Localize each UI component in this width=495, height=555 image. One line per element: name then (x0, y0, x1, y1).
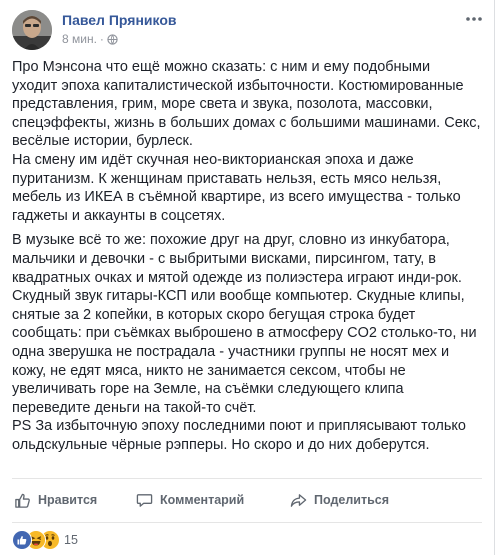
post-text-line: PS За избыточную эпоху последними поют и… (12, 418, 466, 435)
post-text-line: уходит эпоха капиталистической избыточно… (12, 77, 464, 94)
post-text-line: одна зверушка не пострадала - участники … (12, 343, 450, 360)
post-text-line: В музыке всё то же: похожие друг на друг… (12, 232, 450, 249)
post-text-line: На смену им идёт скучная нео-викторианск… (12, 151, 414, 168)
post-text-line: мальчики и девочки - с выбритыми висками… (12, 250, 436, 267)
like-icon (12, 530, 32, 550)
more-options-icon[interactable] (464, 12, 484, 26)
reactions-count: 15 (64, 533, 78, 547)
globe-icon[interactable] (107, 33, 118, 45)
post-text-line: квадратных очках и мятой одежде из полиэ… (12, 269, 462, 286)
post-text-line: увеличивать горе на Земле, на съёмки сле… (12, 381, 404, 398)
post-text-line: переведите деньги на такой-то счёт. (12, 399, 257, 416)
post-header: Павел Пряников 8 мин. · (12, 10, 484, 50)
post-text-line: Про Мэнсона что ещё можно сказать: с ним… (12, 59, 431, 75)
author-name-link[interactable]: Павел Пряников (62, 12, 176, 28)
like-label: Нравится (38, 493, 98, 507)
post-meta: 8 мин. · (62, 32, 118, 46)
post-text-line: Скудный звук гитары-КСП или вообще компь… (12, 288, 465, 305)
post-text: Про Мэнсона что ещё можно сказать: с ним… (12, 58, 482, 454)
comment-icon (136, 493, 153, 507)
facebook-post: Павел Пряников 8 мин. · Про Мэнсона что … (0, 0, 495, 555)
like-button[interactable]: Нравится (14, 492, 136, 509)
post-text-line: ольдскульные чёрные рэпперы. Но скоро и … (12, 436, 430, 453)
comment-label: Комментарий (160, 493, 245, 507)
share-label: Поделиться (314, 493, 390, 507)
post-text-line: снятые за 2 копейки, в которых скоро бег… (12, 306, 416, 323)
post-text-line: кожу, не едят мяса, никто не занимается … (12, 362, 406, 379)
thumbs-up-icon (15, 493, 30, 508)
post-text-line: весёлые истории, бурлеск. (12, 133, 193, 150)
comment-button[interactable]: Комментарий (136, 492, 290, 509)
post-text-line: мебель из ИКЕА в съёмной квартире, из вс… (12, 189, 461, 206)
post-text-line: пуританизм. К женщинам приставать нельзя… (12, 170, 442, 187)
post-text-line: спецэффекты, жизнь в больших домах с бол… (12, 114, 481, 131)
post-text-line: сообщать: при съёмках выброшено в атмосф… (12, 325, 477, 342)
post-text-line: гаджеты и аккаунты в соцсетях. (12, 207, 226, 224)
post-timestamp[interactable]: 8 мин. (62, 32, 97, 46)
post-text-line: представления, грим, море света и звука,… (12, 96, 433, 113)
reactions-summary[interactable]: 15 (12, 530, 78, 550)
post-actions: Нравится Комментарий Поделиться (12, 482, 482, 518)
share-button[interactable]: Поделиться (290, 492, 389, 509)
actions-divider-bottom (12, 522, 482, 523)
share-arrow-icon (290, 493, 307, 507)
author-avatar[interactable] (12, 10, 52, 50)
actions-divider-top (12, 478, 482, 479)
